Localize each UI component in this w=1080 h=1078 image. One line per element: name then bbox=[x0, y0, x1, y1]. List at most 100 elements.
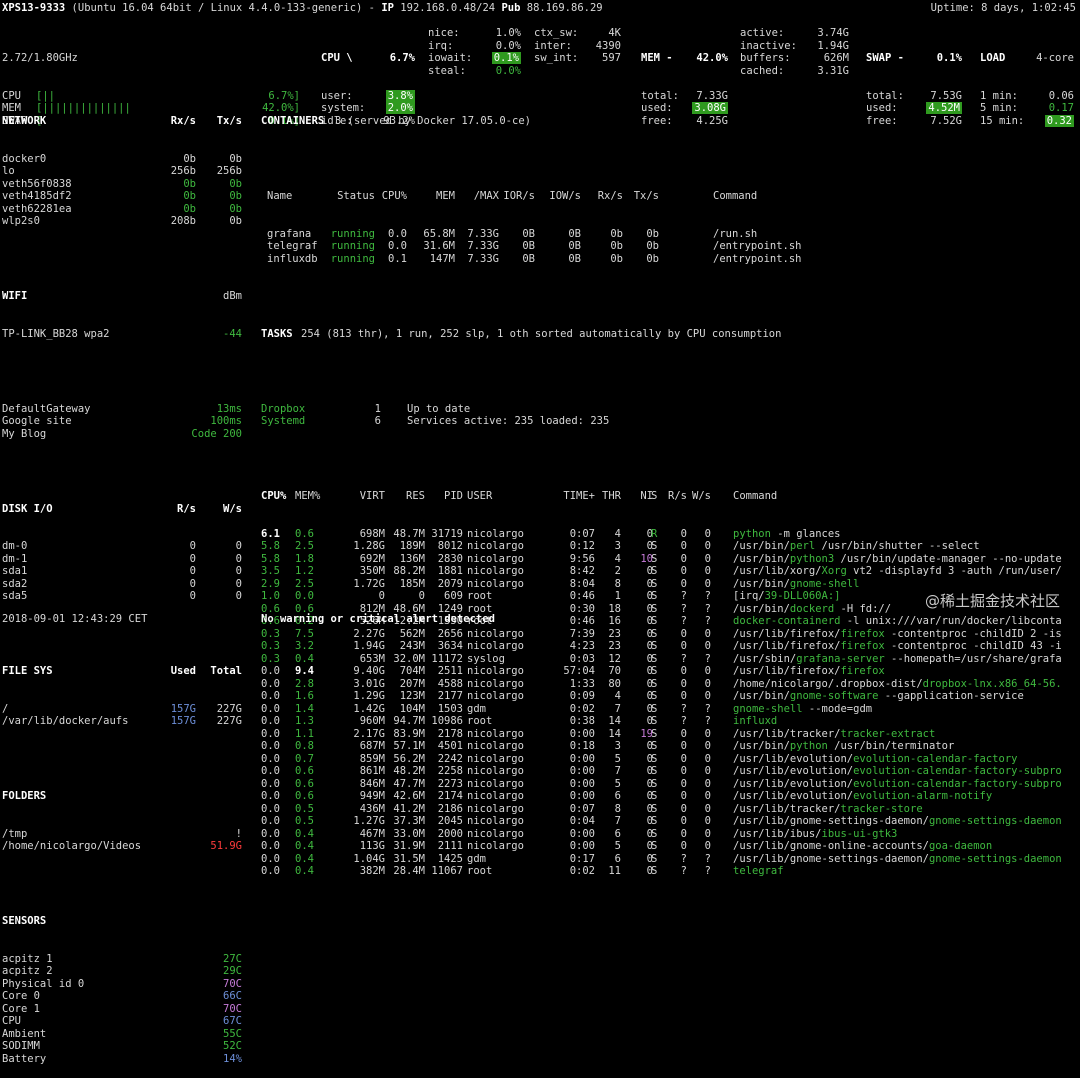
process-cell: 123M bbox=[399, 690, 425, 702]
process-cell: syslog bbox=[467, 652, 505, 665]
swap-pct: 0.1% bbox=[936, 52, 962, 64]
process-cell: 861M bbox=[359, 765, 385, 777]
container-cell: 0.1 bbox=[388, 252, 407, 265]
process-cell: 0 bbox=[646, 652, 653, 665]
mem-stat2-value: 626M bbox=[804, 52, 849, 65]
process-cell: ? bbox=[680, 852, 687, 865]
interface-name: veth4185df2 bbox=[2, 190, 72, 202]
amp-name: Systemd bbox=[261, 415, 306, 427]
process-cell: root bbox=[467, 590, 493, 602]
process-cell: 70 bbox=[608, 665, 621, 677]
process-cell: 0:07 bbox=[569, 527, 595, 540]
process-col-header: RES bbox=[406, 490, 425, 502]
process-col-header: S bbox=[651, 490, 658, 502]
disk-row: dm-0 0 0 bbox=[2, 540, 242, 553]
wifi-unit: dBm bbox=[223, 290, 242, 302]
process-command: influxd bbox=[733, 715, 778, 727]
uptime: Uptime: 8 days, 1:02:45 bbox=[930, 2, 1076, 14]
process-cell: 1881 bbox=[437, 565, 463, 577]
process-cell: 0 bbox=[646, 827, 653, 840]
port-row: My Blog Code 200 bbox=[2, 428, 242, 441]
process-cell: 104M bbox=[399, 702, 425, 715]
process-cell: 2111 bbox=[437, 840, 463, 852]
process-cell: 0.0 bbox=[261, 740, 280, 752]
process-cell: ? bbox=[680, 865, 687, 877]
process-cell: 692M bbox=[359, 552, 385, 565]
sensor-value: 29C bbox=[223, 965, 242, 977]
os-info: (Ubuntu 16.04 64bit / Linux 4.4.0-133-ge… bbox=[71, 2, 363, 14]
tasks-summary: 254 (813 thr), 1 run, 252 slp, 1 oth sor… bbox=[301, 327, 782, 340]
process-cell: 0.4 bbox=[295, 827, 314, 840]
process-cell: 0 bbox=[704, 552, 711, 565]
process-cell: 1425 bbox=[437, 852, 463, 865]
process-cell: 16 bbox=[608, 615, 621, 627]
cpu-stat2-value-text: 0.0% bbox=[495, 39, 521, 52]
disk-write: 0 bbox=[235, 552, 242, 565]
container-cell: grafana bbox=[267, 227, 312, 240]
interface-rx: 208b bbox=[170, 215, 196, 227]
process-cell: 14 bbox=[608, 715, 621, 727]
process-cell: 859M bbox=[359, 752, 385, 765]
process-cell: 0:12 bbox=[569, 540, 595, 552]
process-cell: 0 bbox=[704, 627, 711, 640]
container-cell: 0b bbox=[610, 252, 623, 265]
cpu-stat3-value: 4K bbox=[578, 27, 621, 40]
cpu-stat2-label: nice: bbox=[428, 27, 460, 39]
process-cell: 47.7M bbox=[393, 777, 425, 790]
interface-tx: 0b bbox=[229, 177, 242, 190]
process-cell: 382M bbox=[359, 865, 385, 877]
process-row: 0.0 0.4 382M 28.4M 11067 root 0:02 11 0 S?? telegr… bbox=[261, 865, 1080, 878]
process-cell: 0.3 bbox=[261, 640, 280, 652]
process-cell: 0.8 bbox=[295, 740, 314, 752]
process-cell: 0 bbox=[646, 802, 653, 815]
process-cell: S bbox=[651, 590, 658, 602]
process-cell: 0 bbox=[680, 840, 687, 852]
process-col-header: Command bbox=[733, 490, 778, 502]
interface-tx: 0b bbox=[229, 202, 242, 215]
process-cell: nicolargo bbox=[467, 577, 524, 590]
disk-read: 0 bbox=[189, 577, 196, 590]
process-cell: 3 bbox=[614, 540, 621, 552]
process-cell: 0:02 bbox=[569, 865, 595, 877]
process-cell: 0.0 bbox=[261, 690, 280, 702]
process-cell: 1.29G bbox=[353, 690, 385, 702]
process-cell: 136M bbox=[399, 552, 425, 565]
process-cell: 57.1M bbox=[393, 740, 425, 752]
interface-name: veth56f0838 bbox=[2, 177, 72, 190]
process-cell: S bbox=[651, 740, 658, 752]
process-cell: 2045 bbox=[437, 815, 463, 827]
process-cell: 7:39 bbox=[569, 627, 595, 640]
process-row: 0.3 0.4 653M 32.0M 11172 syslog 0:03 12 0 S?? /usr… bbox=[261, 653, 1080, 666]
disk-write: 0 bbox=[235, 577, 242, 590]
process-cell: 0 bbox=[704, 740, 711, 752]
cpu-frequency: 2.72/1.80GHz bbox=[2, 52, 78, 64]
disk-name: sda2 bbox=[2, 577, 28, 590]
disk-row: dm-1 0 0 bbox=[2, 553, 242, 566]
process-command: /usr/lib/tracker/tracker-extract bbox=[733, 727, 936, 740]
process-cell: 2.5 bbox=[295, 577, 314, 590]
process-cell: 0 bbox=[704, 527, 711, 540]
process-cell: 0.0 bbox=[261, 815, 280, 827]
process-cell: S bbox=[651, 640, 658, 652]
sensor-value: 52C bbox=[223, 1040, 242, 1052]
container-col-header: Name bbox=[267, 190, 293, 202]
process-cell: 0.6 bbox=[295, 765, 314, 777]
port-name: My Blog bbox=[2, 427, 47, 440]
process-cell: 0:07 bbox=[569, 802, 595, 815]
process-cell: ? bbox=[704, 590, 711, 602]
process-cell: ? bbox=[680, 602, 687, 615]
process-cell: 846M bbox=[359, 777, 385, 790]
process-command: /usr/lib/ibus/ibus-ui-gtk3 bbox=[733, 827, 898, 840]
container-cell: /entrypoint.sh bbox=[713, 240, 802, 252]
process-cell: 0 bbox=[680, 640, 687, 652]
process-cell: 0 bbox=[646, 627, 653, 640]
process-command: /usr/lib/tracker/tracker-store bbox=[733, 802, 923, 815]
process-cell: 11 bbox=[608, 865, 621, 877]
cpu-stat2-label: irq: bbox=[428, 39, 454, 52]
interface-rx: 256b bbox=[170, 165, 196, 177]
process-cell: 9.4 bbox=[295, 665, 314, 677]
process-cell: S bbox=[651, 777, 658, 790]
fs-used: 157G bbox=[170, 715, 196, 727]
process-cell: 11067 bbox=[431, 865, 463, 877]
process-cell: 3.2 bbox=[295, 640, 314, 652]
